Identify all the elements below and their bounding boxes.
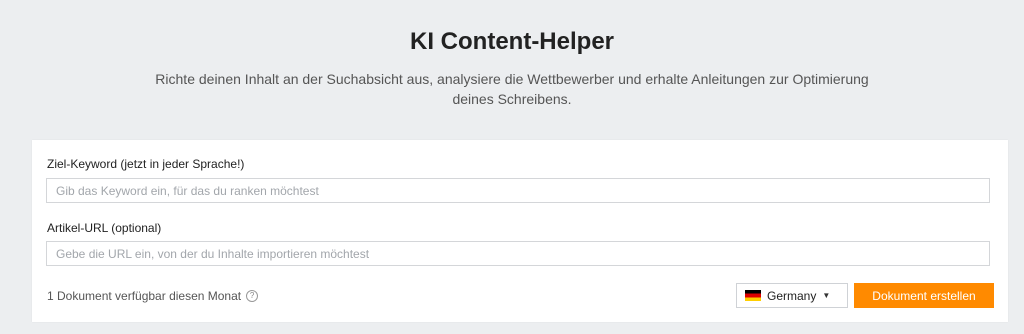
url-label: Artikel-URL (optional): [47, 221, 162, 235]
country-select-value: Germany: [767, 288, 817, 303]
page-title: KI Content-Helper: [410, 28, 614, 55]
keyword-label: Ziel-Keyword (jetzt in jeder Sprache!): [47, 157, 245, 171]
keyword-input[interactable]: [46, 178, 990, 203]
page-subtitle: Richte deinen Inhalt an der Suchabsicht …: [155, 71, 869, 107]
quota-text: 1 Dokument verfügbar diesen Monat: [47, 289, 242, 303]
caret-down-icon: ▼: [822, 291, 831, 300]
flag-germany-icon: [745, 290, 761, 301]
page: KI Content-Helper Richte deinen Inhalt a…: [0, 0, 1024, 334]
create-document-button[interactable]: Dokument erstellen: [854, 283, 994, 308]
quota-note: 1 Dokument verfügbar diesen Monat ?: [47, 289, 259, 303]
question-circle-icon[interactable]: ?: [246, 290, 259, 302]
url-input[interactable]: [46, 241, 990, 266]
country-select[interactable]: Germany ▼: [736, 283, 848, 308]
content-helper-form: Ziel-Keyword (jetzt in jeder Sprache!) A…: [32, 140, 1008, 322]
